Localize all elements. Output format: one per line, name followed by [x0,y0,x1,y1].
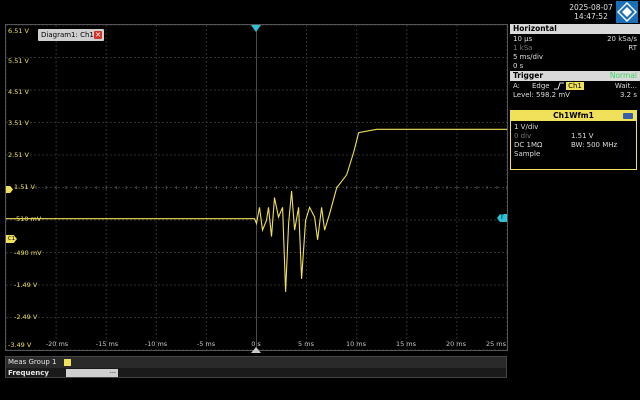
x-label: -15 ms [95,340,119,348]
y-label: 4.51 V [8,88,29,96]
y-label: 510 mV [16,215,42,223]
measurement-label: Frequency [8,369,49,377]
trigger-header[interactable]: Trigger Normal [510,71,640,81]
channel-coupling[interactable]: DC 1MΩ [514,141,542,149]
date-time-readout: 2025-08-07 14:47:52 [568,3,614,21]
channel-acq[interactable]: Sample [514,150,540,158]
x-label: 20 ms [445,340,467,348]
diagram-tab-label: Diagram1: Ch1 [41,31,94,39]
zero-time-marker [251,347,261,353]
x-label: 25 ms [485,340,507,348]
trigger-position-marker[interactable] [251,25,261,33]
channel-bandwidth[interactable]: BW: 500 MHz [571,141,617,149]
measurement-badge [64,359,71,366]
horizontal-position[interactable]: 0 s [513,62,523,70]
channel-offset-label: C1 [7,236,16,242]
channel-header[interactable]: Ch1Wfm1 [511,111,636,121]
y-label: 3.51 V [8,119,29,127]
measurement-group-header: Meas Group 1 [6,357,506,368]
waveform-plot[interactable] [6,25,507,350]
y-label: -490 mV [14,249,42,257]
y-label: 5.51 V [8,57,29,65]
trigger-holdoff[interactable]: 3.2 s [620,91,637,99]
y-label: 1.51 V [14,183,35,191]
trigger-title: Trigger [513,71,544,80]
y-label: -3.49 V [8,341,32,349]
channel-box[interactable]: Ch1Wfm1 1 V/div 0 div 1.51 V DC 1MΩ BW: … [510,110,637,170]
channel-offset[interactable]: 0 div [514,132,531,140]
settings-panel: Horizontal 10 µs 20 kSa/s 1 kSa RT 5 ms/… [510,24,640,400]
top-bar: 2025-08-07 14:47:52 [0,0,640,24]
time-per-div[interactable]: 5 ms/div [513,53,543,61]
x-label: 15 ms [395,340,417,348]
diagram-tab[interactable]: Diagram1: Ch1 ✕ [38,29,104,41]
trigger-source-prefix: A: [513,82,521,90]
trigger-type[interactable]: Edge [532,82,550,90]
x-label: -5 ms [196,340,216,348]
y-label: -1.49 V [14,281,38,289]
measurement-group[interactable]: Meas Group 1 Frequency --- [5,356,507,378]
x-label: -10 ms [144,340,168,348]
close-icon[interactable]: ✕ [94,31,102,39]
channel-scale[interactable]: 1 V/div [514,123,538,131]
channel-position[interactable]: 1.51 V [571,132,594,140]
trigger-status: Normal [609,71,637,80]
measurement-value: --- [66,369,118,377]
channel-title: Ch1Wfm1 [553,111,594,120]
measurement-group-title: Meas Group 1 [8,358,57,366]
y-label: -2.49 V [14,313,38,321]
time-text: 14:47:52 [574,11,608,21]
waveform-diagram[interactable] [5,24,508,351]
trigger-level-label: T [500,214,504,221]
rohde-schwarz-logo-icon[interactable] [616,1,638,23]
time-scale[interactable]: 10 µs [513,35,532,43]
rising-edge-icon [554,82,564,90]
y-label: 2.51 V [8,151,29,159]
record-length[interactable]: 1 kSa [513,44,532,52]
x-label: -20 ms [45,340,69,348]
x-label: 10 ms [345,340,367,348]
waveform-settings-icon[interactable] [623,113,633,119]
trigger-state: Wait... [614,82,637,90]
trigger-level[interactable]: Level: 598.2 mV [513,91,570,99]
horizontal-header[interactable]: Horizontal [510,24,640,34]
sample-rate[interactable]: 20 kSa/s [607,35,637,43]
acq-mode[interactable]: RT [628,44,637,52]
x-label: 5 ms [298,340,314,348]
y-label: 6.51 V [8,27,29,35]
trigger-source[interactable]: Ch1 [566,82,584,90]
